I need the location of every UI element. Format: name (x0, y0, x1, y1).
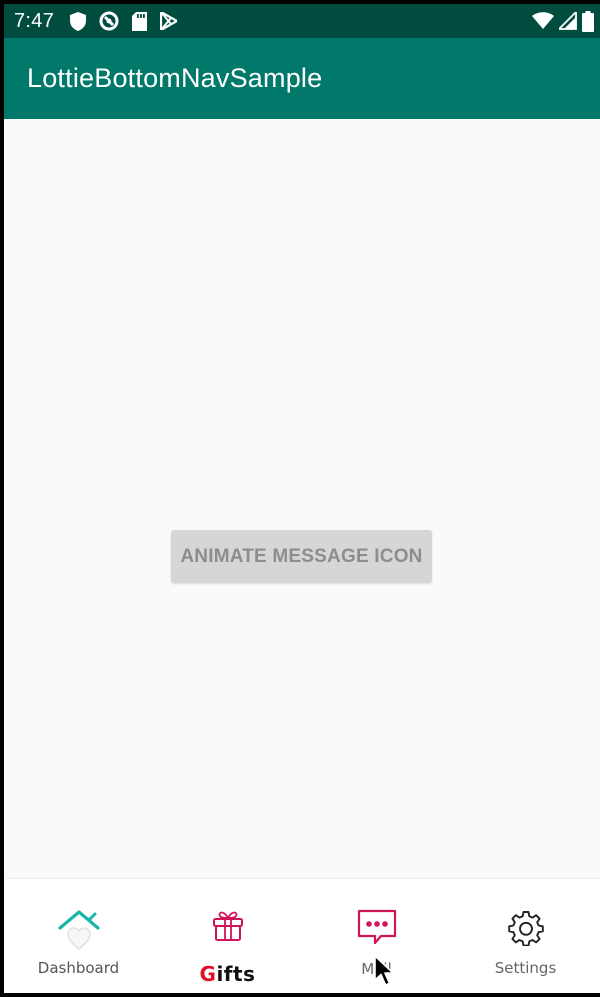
status-icons-left (70, 11, 178, 31)
app-title: LottieBottomNavSample (27, 63, 323, 93)
shield-icon (70, 11, 87, 31)
status-time: 7:47 (14, 9, 55, 32)
device-screen: 7:47 LottieBottomNavSample ANIMATE MESSA… (4, 4, 600, 993)
battery-icon (582, 10, 594, 32)
play-store-icon (160, 12, 178, 30)
animate-message-icon-button[interactable]: ANIMATE MESSAGE ICON (171, 530, 432, 583)
nav-item-gifts[interactable]: Gifts (153, 879, 302, 993)
gift-icon (212, 911, 243, 941)
nav-item-dashboard[interactable]: Dashboard (4, 879, 153, 993)
sd-card-icon (132, 11, 148, 31)
signal-icon (559, 12, 577, 30)
vpn-icon (99, 11, 119, 31)
status-bar: 7:47 (4, 4, 600, 38)
main-content: ANIMATE MESSAGE ICON (4, 119, 600, 879)
gear-icon (507, 911, 544, 946)
nav-label-settings: Settings (494, 959, 557, 977)
nav-item-settings[interactable]: Settings (451, 879, 600, 993)
nav-label-gifts: Gifts (199, 962, 256, 986)
wifi-icon (532, 12, 554, 29)
nav-label-dashboard: Dashboard (37, 959, 120, 977)
bottom-navigation: Dashboard Gifts Mail (4, 878, 600, 993)
mouse-pointer-icon (374, 955, 394, 986)
app-bar: LottieBottomNavSample (4, 38, 600, 119)
message-icon (357, 909, 396, 945)
status-icons-right (532, 4, 594, 38)
home-heart-icon (57, 910, 100, 950)
